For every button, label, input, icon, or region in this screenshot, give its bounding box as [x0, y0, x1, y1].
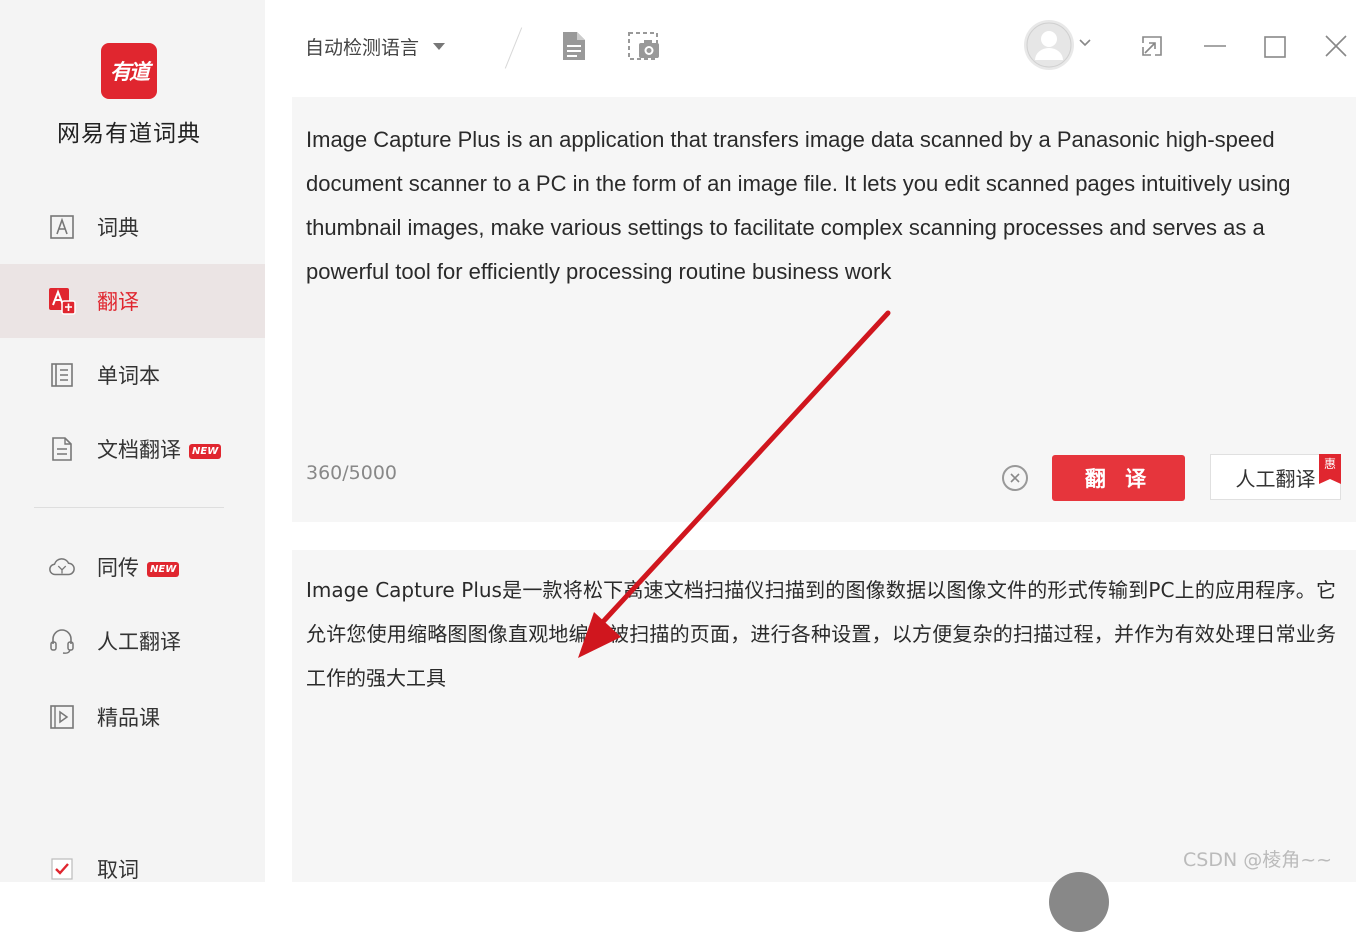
char-count: 360/5000	[306, 462, 398, 484]
human-translate-label: 人工翻译	[1235, 466, 1316, 491]
label-text: 文档翻译	[97, 438, 181, 462]
document-icon	[48, 435, 76, 463]
document-upload-icon[interactable]	[561, 30, 587, 62]
sidebar-item-label: 人工翻译	[97, 630, 181, 654]
human-translate-button[interactable]: 人工翻译 惠	[1210, 454, 1341, 500]
new-badge: NEW	[147, 561, 180, 577]
dictionary-icon	[48, 213, 76, 241]
sidebar-item-label: 单词本	[97, 364, 160, 388]
sidebar-item-label: 翻译	[97, 290, 139, 314]
checkbox-checked-icon[interactable]	[48, 855, 76, 883]
app-logo: 有道	[101, 43, 157, 99]
maximize-icon[interactable]	[1262, 34, 1288, 60]
label-text: 同传	[97, 556, 139, 580]
language-select[interactable]: 自动检测语言	[305, 33, 446, 60]
sidebar-item-simultaneous[interactable]: 同传 NEW	[0, 530, 265, 604]
discount-badge: 惠	[1319, 454, 1341, 484]
sidebar-item-human-translate[interactable]: 人工翻译	[0, 604, 265, 678]
sidebar-item-label: 精品课	[97, 706, 160, 730]
sidebar-item-label: 词典	[97, 216, 139, 240]
result-panel: Image Capture Plus是一款将松下高速文档扫描仪扫描到的图像数据以…	[292, 550, 1356, 882]
language-select-value: 自动检测语言	[305, 37, 420, 59]
mini-mode-icon[interactable]	[1139, 33, 1165, 59]
sidebar-item-translate[interactable]: 翻译	[0, 264, 265, 338]
new-badge: NEW	[189, 443, 222, 459]
result-text: Image Capture Plus是一款将松下高速文档扫描仪扫描到的图像数据以…	[306, 578, 1336, 690]
source-text-input[interactable]: Image Capture Plus is an application tha…	[306, 118, 1336, 294]
translate-icon	[48, 287, 76, 315]
sidebar-item-label: 同传 NEW	[97, 552, 180, 582]
sidebar-item-word-capture[interactable]: 取词	[0, 832, 265, 906]
cloud-icon	[48, 553, 76, 581]
source-panel: Image Capture Plus is an application tha…	[292, 97, 1356, 522]
sidebar-item-courses[interactable]: 精品课	[0, 680, 265, 754]
caret-down-icon	[433, 43, 446, 50]
sidebar: 有道 网易有道词典 词典 翻译 单词本 文档翻译 NEW 同传 NEW 人工翻译…	[0, 0, 265, 882]
wordbook-icon	[48, 361, 76, 389]
chevron-down-icon[interactable]	[1078, 36, 1092, 50]
video-play-icon	[48, 703, 76, 731]
sidebar-item-document-translate[interactable]: 文档翻译 NEW	[0, 412, 265, 486]
clear-button[interactable]	[1002, 465, 1028, 491]
app-name: 网易有道词典	[57, 121, 201, 147]
logo-text: 有道	[110, 60, 150, 84]
screenshot-icon[interactable]	[627, 30, 661, 62]
sidebar-item-label: 取词	[97, 858, 139, 882]
watermark: CSDN @棱角~~	[1183, 849, 1333, 871]
translate-button[interactable]: 翻 译	[1052, 455, 1185, 501]
toolbar: 自动检测语言	[265, 0, 1372, 92]
floating-button[interactable]	[1049, 872, 1109, 932]
minimize-icon[interactable]	[1202, 36, 1228, 56]
headset-icon	[48, 627, 76, 655]
close-icon[interactable]	[1323, 33, 1349, 59]
sidebar-item-wordbook[interactable]: 单词本	[0, 338, 265, 412]
clear-icon	[1010, 473, 1020, 483]
sidebar-divider	[34, 507, 224, 508]
user-avatar[interactable]	[1024, 20, 1074, 70]
sidebar-item-label: 文档翻译 NEW	[97, 434, 222, 464]
sidebar-item-dictionary[interactable]: 词典	[0, 190, 265, 264]
toolbar-divider	[504, 27, 523, 69]
